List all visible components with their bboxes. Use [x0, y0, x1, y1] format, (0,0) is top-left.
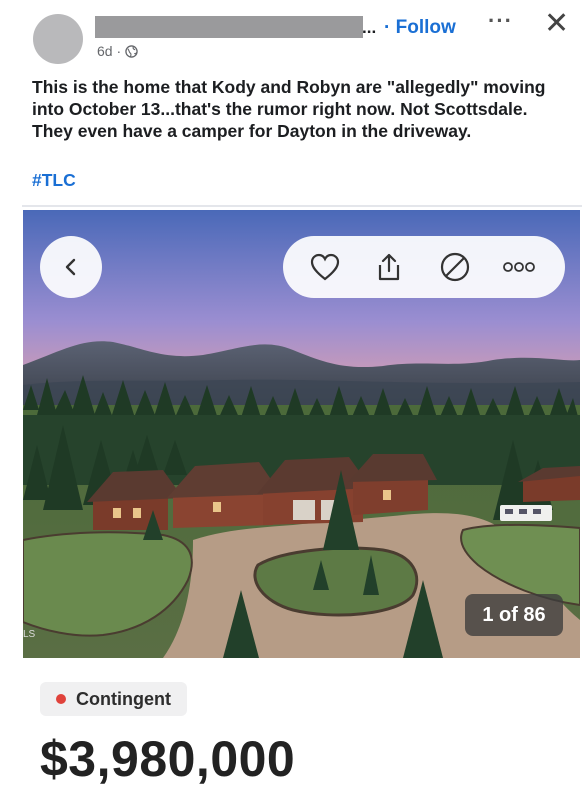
post-header: ... · Follow ··· ✕ 6d ·: [0, 0, 588, 70]
share-icon: [378, 253, 400, 281]
favorite-button[interactable]: [307, 249, 343, 285]
listing-price: $3,980,000: [40, 731, 296, 787]
avatar[interactable]: [33, 14, 83, 64]
share-button[interactable]: [371, 249, 407, 285]
post-time[interactable]: 6d ·: [97, 43, 121, 59]
more-options-button[interactable]: [501, 249, 537, 285]
hide-icon: [440, 252, 470, 282]
more-icon: [503, 262, 535, 272]
more-dots-icon[interactable]: ···: [488, 8, 513, 34]
heart-icon: [310, 253, 340, 281]
post-meta: 6d ·: [97, 43, 138, 59]
listing-actions: [283, 236, 565, 298]
divider: [22, 205, 582, 207]
status-label: Contingent: [76, 688, 171, 709]
back-button[interactable]: [40, 236, 102, 298]
redacted-author-name[interactable]: [95, 16, 363, 38]
hide-button[interactable]: [437, 249, 473, 285]
follow-button[interactable]: · Follow: [384, 17, 456, 39]
status-dot: [56, 694, 66, 704]
back-arrow-icon: [65, 258, 76, 276]
mls-watermark: LS: [23, 629, 36, 640]
close-icon[interactable]: ✕: [544, 9, 569, 39]
hashtag-link[interactable]: #TLC: [32, 170, 76, 191]
author-name-ellipsis: ...: [362, 18, 377, 37]
globe-icon: [125, 44, 138, 58]
post-text: This is the home that Kody and Robyn are…: [32, 77, 546, 141]
photo-counter: 1 of 86: [465, 594, 563, 636]
status-badge: Contingent: [40, 682, 187, 716]
